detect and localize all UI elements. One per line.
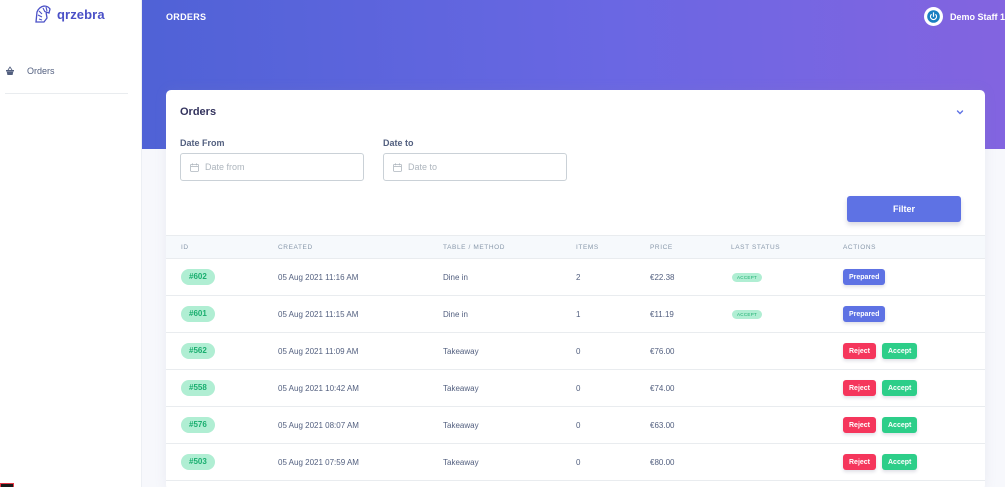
accept-button[interactable]: Accept <box>882 380 918 396</box>
table-row: #601 05 Aug 2021 11:15 AM Dine in 1 €11.… <box>166 296 985 333</box>
date-from-label: Date From <box>180 138 225 148</box>
order-id-badge[interactable]: #576 <box>181 417 215 433</box>
items-cell: 1 <box>576 310 581 319</box>
logo-text: qrzebra <box>57 6 105 22</box>
order-id-badge[interactable]: #503 <box>181 454 215 470</box>
price-cell: €76.00 <box>650 347 675 356</box>
column-header-created: CREATED <box>278 244 313 251</box>
column-header-status: LAST STATUS <box>731 244 781 251</box>
order-id-badge[interactable]: #558 <box>181 380 215 396</box>
items-cell: 0 <box>576 384 581 393</box>
method-cell: Dine in <box>443 273 468 282</box>
items-cell: 2 <box>576 273 581 282</box>
created-cell: 05 Aug 2021 11:09 AM <box>278 347 359 356</box>
accept-button[interactable]: Accept <box>882 417 918 433</box>
prepared-button[interactable]: Prepared <box>843 269 886 285</box>
order-id-badge[interactable]: #602 <box>181 269 215 285</box>
accept-button[interactable]: Accept <box>882 343 918 359</box>
column-header-actions: ACTIONS <box>843 244 877 251</box>
date-to-label: Date to <box>383 138 414 148</box>
price-cell: €22.38 <box>650 273 675 282</box>
date-from-input[interactable] <box>205 162 355 172</box>
price-cell: €63.00 <box>650 421 675 430</box>
items-cell: 0 <box>576 458 581 467</box>
table-row: #576 05 Aug 2021 08:07 AM Takeaway 0 €63… <box>166 407 985 444</box>
method-cell: Takeaway <box>443 347 479 356</box>
created-cell: 05 Aug 2021 11:15 AM <box>278 310 359 319</box>
chevron-down-icon[interactable] <box>955 107 965 117</box>
order-id-badge[interactable]: #562 <box>181 343 215 359</box>
user-name: Demo Staff 1 <box>949 11 1005 22</box>
reject-button[interactable]: Reject <box>843 380 877 396</box>
table-header: ID CREATED TABLE / METHOD ITEMS PRICE LA… <box>166 235 985 259</box>
status-badge: ACCEPT <box>732 310 763 319</box>
orders-card: Orders Date From Date to Filter ID CREAT… <box>166 90 985 487</box>
filter-button[interactable]: Filter <box>847 196 961 222</box>
sidebar-divider <box>5 93 128 94</box>
column-header-method: TABLE / METHOD <box>443 244 506 251</box>
power-icon <box>927 10 940 23</box>
column-header-items: ITEMS <box>576 244 599 251</box>
order-id-badge[interactable]: #601 <box>181 306 215 322</box>
status-badge: ACCEPT <box>732 273 763 282</box>
user-menu[interactable]: Demo Staff 1 <box>923 7 1005 26</box>
column-header-id: ID <box>181 244 189 251</box>
method-cell: Dine in <box>443 310 468 319</box>
date-from-field[interactable] <box>180 153 364 181</box>
price-cell: €11.19 <box>650 310 674 319</box>
accept-button[interactable]: Accept <box>882 454 918 470</box>
prepared-button[interactable]: Prepared <box>843 306 886 322</box>
sidebar-item-label: Orders <box>27 66 55 76</box>
price-cell: €80.00 <box>650 458 675 467</box>
reject-button[interactable]: Reject <box>843 343 877 359</box>
method-cell: Takeaway <box>443 458 479 467</box>
reject-button[interactable]: Reject <box>843 417 877 433</box>
created-cell: 05 Aug 2021 08:07 AM <box>278 421 359 430</box>
reject-button[interactable]: Reject <box>843 454 877 470</box>
column-header-price: PRICE <box>650 244 673 251</box>
sidebar: qrzebra Orders <box>0 0 142 487</box>
table-row: #562 05 Aug 2021 11:09 AM Takeaway 0 €76… <box>166 333 985 370</box>
date-to-field[interactable] <box>383 153 567 181</box>
created-cell: 05 Aug 2021 11:16 AM <box>278 273 359 282</box>
corner-mark <box>0 483 14 487</box>
items-cell: 0 <box>576 421 581 430</box>
price-cell: €74.00 <box>650 384 675 393</box>
card-title: Orders <box>180 106 217 118</box>
table-row: #558 05 Aug 2021 10:42 AM Takeaway 0 €74… <box>166 370 985 407</box>
sidebar-item-orders[interactable]: Orders <box>0 60 142 82</box>
method-cell: Takeaway <box>443 421 479 430</box>
app-logo[interactable]: qrzebra <box>33 4 105 24</box>
shopping-basket-icon <box>6 66 14 75</box>
zebra-logo-icon <box>35 5 51 23</box>
calendar-icon <box>190 162 199 172</box>
created-cell: 05 Aug 2021 07:59 AM <box>278 458 359 467</box>
avatar <box>923 7 943 26</box>
created-cell: 05 Aug 2021 10:42 AM <box>278 384 359 393</box>
table-row: #602 05 Aug 2021 11:16 AM Dine in 2 €22.… <box>166 259 985 296</box>
page-title: ORDERS <box>166 12 207 22</box>
method-cell: Takeaway <box>443 384 479 393</box>
table-row: #503 05 Aug 2021 07:59 AM Takeaway 0 €80… <box>166 444 985 481</box>
items-cell: 0 <box>576 347 581 356</box>
calendar-icon <box>393 162 402 172</box>
date-to-input[interactable] <box>408 162 558 172</box>
